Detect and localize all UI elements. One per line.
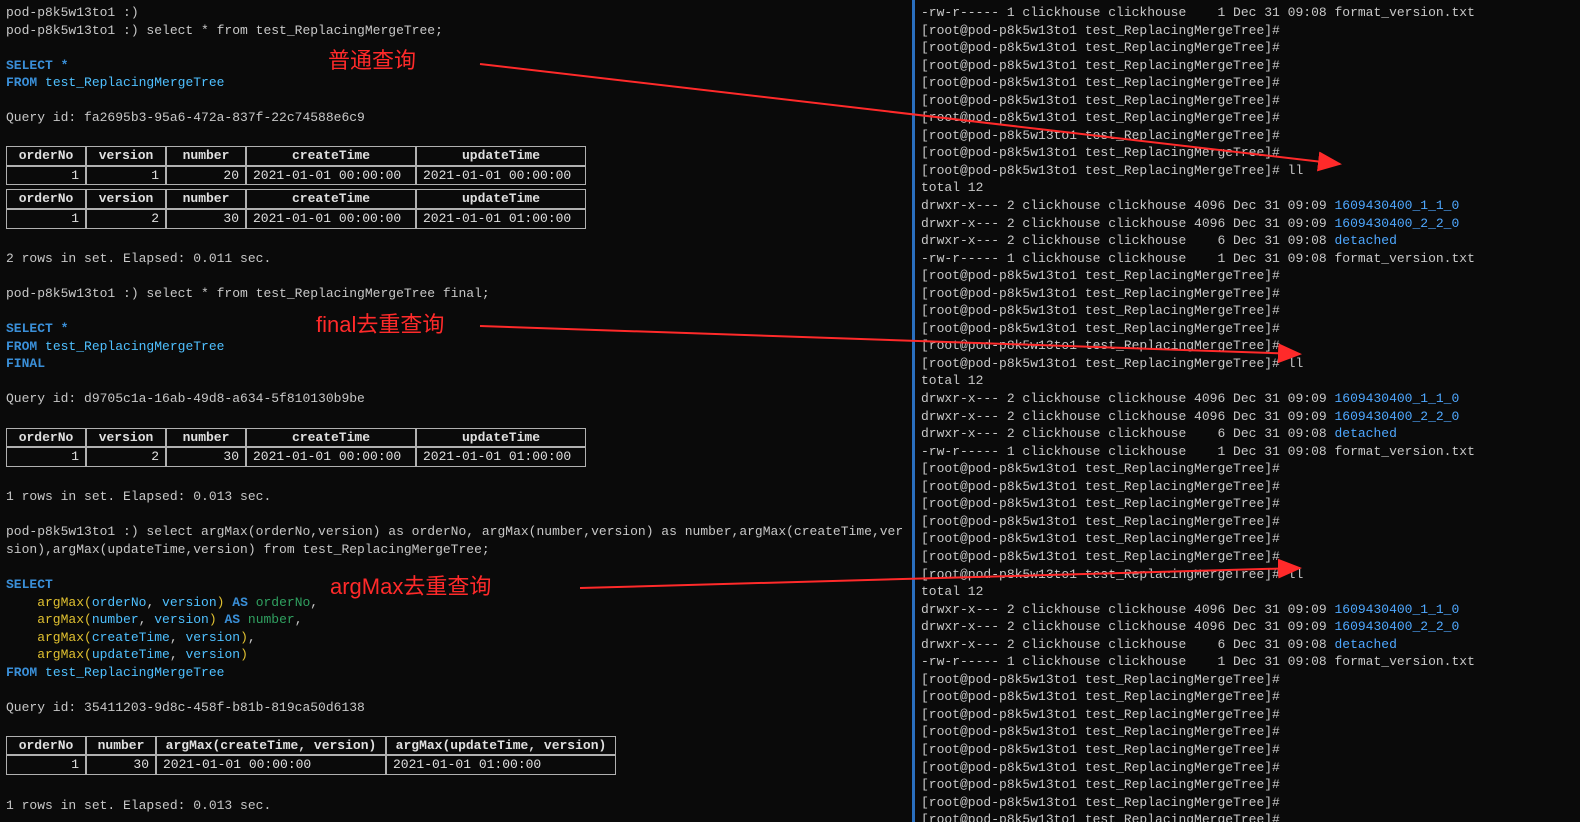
cmd-select-3a: pod-p8k5w13to1 :) select argMax(orderNo,… [6, 523, 906, 541]
prompt-line: [root@pod-p8k5w13to1 test_ReplacingMerge… [921, 267, 1574, 285]
prompt-line: [root@pod-p8k5w13to1 test_ReplacingMerge… [921, 548, 1574, 566]
cmd-select-2: pod-p8k5w13to1 :) select * from test_Rep… [6, 285, 906, 303]
query-id-3: Query id: 35411203-9d8c-458f-b81b-819ca5… [6, 699, 906, 717]
prompt-line: [root@pod-p8k5w13to1 test_ReplacingMerge… [921, 74, 1574, 92]
ls-entry: drwxr-x--- 2 clickhouse clickhouse 4096 … [921, 197, 1574, 215]
ls-entry: -rw-r----- 1 clickhouse clickhouse 1 Dec… [921, 653, 1574, 671]
prompt-line: [root@pod-p8k5w13to1 test_ReplacingMerge… [921, 513, 1574, 531]
prompt-line: [root@pod-p8k5w13to1 test_ReplacingMerge… [921, 478, 1574, 496]
prompt-line: [root@pod-p8k5w13to1 test_ReplacingMerge… [921, 688, 1574, 706]
prompt-line: [root@pod-p8k5w13to1 test_ReplacingMerge… [921, 811, 1574, 822]
query-id-1: Query id: fa2695b3-95a6-472a-837f-22c745… [6, 109, 906, 127]
ls-entry: -rw-r----- 1 clickhouse clickhouse 1 Dec… [921, 250, 1574, 268]
total-line: total 12 [921, 583, 1574, 601]
sql-select-2: SELECT * [6, 320, 906, 338]
result-table-1: orderNoversionnumbercreateTimeupdateTime… [6, 146, 906, 228]
result-table-2: orderNoversionnumbercreateTimeupdateTime… [6, 428, 906, 467]
ls-entry: drwxr-x--- 2 clickhouse clickhouse 4096 … [921, 390, 1574, 408]
prompt-line: [root@pod-p8k5w13to1 test_ReplacingMerge… [921, 706, 1574, 724]
prompt-line: [root@pod-p8k5w13to1 test_ReplacingMerge… [921, 109, 1574, 127]
line-top-cut: -rw-r----- 1 clickhouse clickhouse 1 Dec… [921, 4, 1574, 22]
prompt-line: [root@pod-p8k5w13to1 test_ReplacingMerge… [921, 495, 1574, 513]
prompt-line: [root@pod-p8k5w13to1 test_ReplacingMerge… [921, 460, 1574, 478]
prompt-line: [root@pod-p8k5w13to1 test_ReplacingMerge… [921, 776, 1574, 794]
prompt-line: [root@pod-p8k5w13to1 test_ReplacingMerge… [921, 127, 1574, 145]
total-line: total 12 [921, 179, 1574, 197]
prompt-line: [root@pod-p8k5w13to1 test_ReplacingMerge… [921, 320, 1574, 338]
ls-entry: drwxr-x--- 2 clickhouse clickhouse 6 Dec… [921, 232, 1574, 250]
prompt-line: [root@pod-p8k5w13to1 test_ReplacingMerge… [921, 22, 1574, 40]
sql-argmax-1: argMax(orderNo, version) AS orderNo, [6, 594, 906, 612]
prompt-line: [root@pod-p8k5w13to1 test_ReplacingMerge… [921, 794, 1574, 812]
sql-from-2: FROM test_ReplacingMergeTree [6, 338, 906, 356]
sql-select-1: SELECT * [6, 57, 906, 75]
result-table-3: orderNonumberargMax(createTime, version)… [6, 736, 906, 775]
prompt-line: [root@pod-p8k5w13to1 test_ReplacingMerge… [921, 759, 1574, 777]
prompt-line: [root@pod-p8k5w13to1 test_ReplacingMerge… [921, 337, 1574, 355]
sql-from-3: FROM test_ReplacingMergeTree [6, 664, 906, 682]
prompt-line: [root@pod-p8k5w13to1 test_ReplacingMerge… [921, 741, 1574, 759]
sql-argmax-3: argMax(createTime, version), [6, 629, 906, 647]
prompt-line-ll: [root@pod-p8k5w13to1 test_ReplacingMerge… [921, 355, 1574, 373]
prompt-line-ll: [root@pod-p8k5w13to1 test_ReplacingMerge… [921, 566, 1574, 584]
line-truncated: pod-p8k5w13to1 :) [6, 4, 906, 22]
sql-argmax-2: argMax(number, version) AS number, [6, 611, 906, 629]
ls-entry: drwxr-x--- 2 clickhouse clickhouse 4096 … [921, 618, 1574, 636]
prompt-line: [root@pod-p8k5w13to1 test_ReplacingMerge… [921, 302, 1574, 320]
prompt-line: [root@pod-p8k5w13to1 test_ReplacingMerge… [921, 144, 1574, 162]
prompt-line: [root@pod-p8k5w13to1 test_ReplacingMerge… [921, 57, 1574, 75]
left-terminal[interactable]: pod-p8k5w13to1 :) pod-p8k5w13to1 :) sele… [0, 0, 915, 822]
total-line: total 12 [921, 372, 1574, 390]
prompt-line: [root@pod-p8k5w13to1 test_ReplacingMerge… [921, 92, 1574, 110]
ls-entry: drwxr-x--- 2 clickhouse clickhouse 4096 … [921, 601, 1574, 619]
prompt-line: [root@pod-p8k5w13to1 test_ReplacingMerge… [921, 530, 1574, 548]
cmd-select-3b: sion),argMax(updateTime,version) from te… [6, 541, 906, 559]
prompt-line: [root@pod-p8k5w13to1 test_ReplacingMerge… [921, 39, 1574, 57]
sql-from-1: FROM test_ReplacingMergeTree [6, 74, 906, 92]
ls-entry: drwxr-x--- 2 clickhouse clickhouse 6 Dec… [921, 425, 1574, 443]
ls-entry: drwxr-x--- 2 clickhouse clickhouse 4096 … [921, 408, 1574, 426]
sql-argmax-4: argMax(updateTime, version) [6, 646, 906, 664]
cmd-select-1: pod-p8k5w13to1 :) select * from test_Rep… [6, 22, 906, 40]
prompt-line: [root@pod-p8k5w13to1 test_ReplacingMerge… [921, 285, 1574, 303]
ls-entry: drwxr-x--- 2 clickhouse clickhouse 6 Dec… [921, 636, 1574, 654]
prompt-line: [root@pod-p8k5w13to1 test_ReplacingMerge… [921, 723, 1574, 741]
sql-final: FINAL [6, 355, 906, 373]
right-terminal[interactable]: -rw-r----- 1 clickhouse clickhouse 1 Dec… [915, 0, 1580, 822]
prompt-line-ll: [root@pod-p8k5w13to1 test_ReplacingMerge… [921, 162, 1574, 180]
result-summary-3: 1 rows in set. Elapsed: 0.013 sec. [6, 797, 906, 815]
query-id-2: Query id: d9705c1a-16ab-49d8-a634-5f8101… [6, 390, 906, 408]
sql-select-3: SELECT [6, 576, 906, 594]
prompt-line: [root@pod-p8k5w13to1 test_ReplacingMerge… [921, 671, 1574, 689]
ls-entry: -rw-r----- 1 clickhouse clickhouse 1 Dec… [921, 443, 1574, 461]
ls-entry: drwxr-x--- 2 clickhouse clickhouse 4096 … [921, 215, 1574, 233]
result-summary-2: 1 rows in set. Elapsed: 0.013 sec. [6, 488, 906, 506]
result-summary-1: 2 rows in set. Elapsed: 0.011 sec. [6, 250, 906, 268]
